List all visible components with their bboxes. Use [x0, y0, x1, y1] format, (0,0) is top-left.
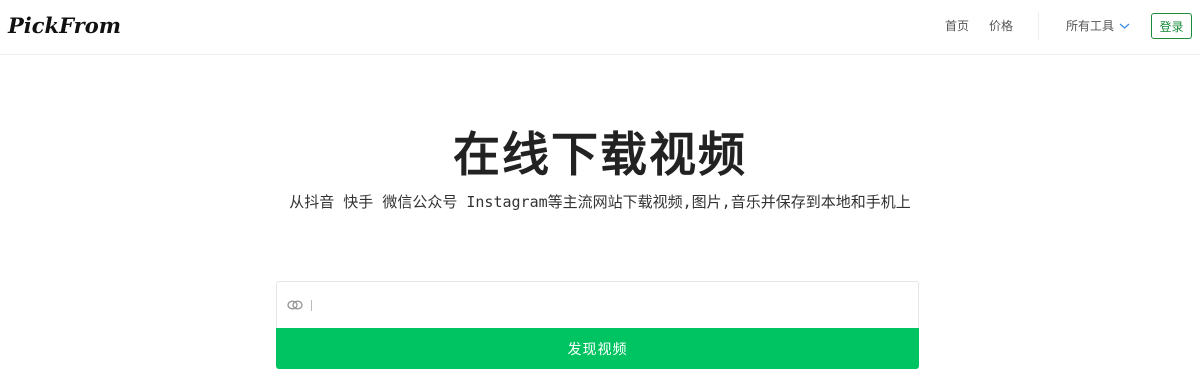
link-icon [287, 300, 303, 310]
chevron-down-icon [1119, 23, 1130, 29]
page-subtitle: 从抖音 快手 微信公众号 Instagram等主流网站下载视频,图片,音乐并保存… [289, 193, 911, 211]
nav-all-tools-dropdown[interactable]: 所有工具 [1066, 17, 1130, 34]
nav-home-link[interactable]: 首页 [945, 17, 969, 34]
url-search-box [276, 281, 919, 328]
url-input[interactable] [311, 292, 906, 319]
nav-all-tools-label: 所有工具 [1066, 19, 1115, 33]
page-title: 在线下载视频 [453, 128, 747, 183]
site-logo[interactable]: PickFrom [8, 13, 121, 38]
site-header: PickFrom 首页 价格 所有工具 登录 [0, 0, 1200, 55]
nav-price-link[interactable]: 价格 [989, 17, 1013, 34]
nav-divider [1038, 12, 1039, 40]
discover-video-button[interactable]: 发现视频 [276, 328, 919, 369]
login-button[interactable]: 登录 [1151, 13, 1192, 39]
